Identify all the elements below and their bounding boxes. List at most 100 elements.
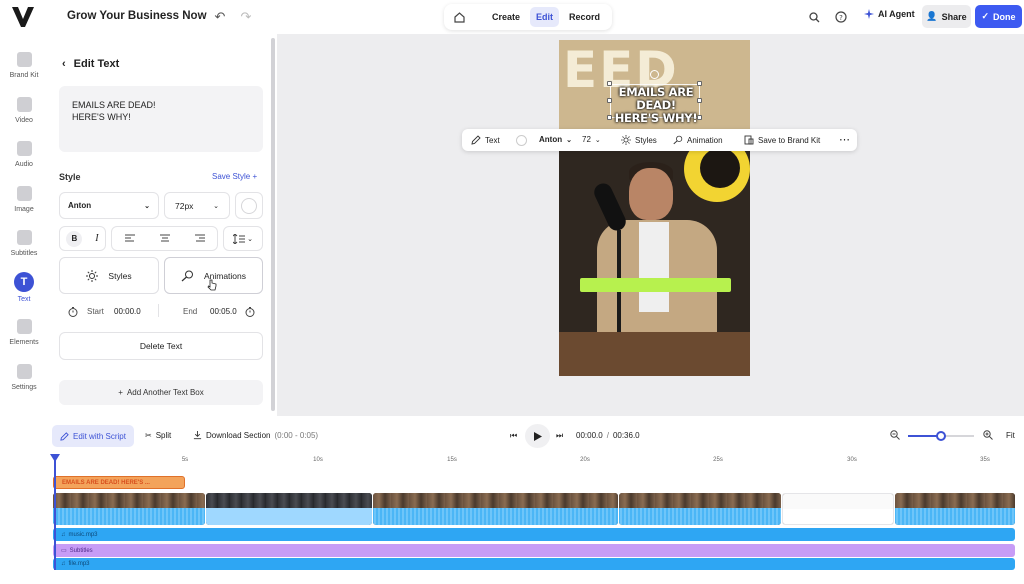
add-text-box-button[interactable]: + Add Another Text Box [59,380,263,405]
home-icon[interactable] [450,8,468,26]
video-clip[interactable] [373,493,618,525]
zoom-out-icon[interactable] [890,430,900,440]
toolbar-size-value: 72 [582,135,591,144]
toolbar-styles-button[interactable]: Styles [621,135,657,145]
split-button[interactable]: ✂ Split [145,431,171,440]
align-right-icon[interactable] [194,234,205,243]
end-time-input[interactable]: 00:05.0 [210,307,237,316]
start-label: Start [87,307,104,316]
clip-waveform [53,508,205,525]
timeline-ruler[interactable]: 5s 10s 15s 20s 25s 30s 35s [52,455,1020,469]
line-spacing-select[interactable]: ⌄ [223,226,263,251]
help-icon[interactable]: ? [833,9,849,25]
rewind-icon[interactable]: ⏮ [510,431,517,441]
text-color-picker[interactable] [235,192,263,219]
toolbar-animation-button[interactable]: Animation [673,135,723,145]
clip-waveform [619,508,781,525]
undo-icon[interactable]: ↶ [212,9,228,25]
video-clip[interactable] [895,493,1015,525]
italic-button[interactable]: I [95,233,98,244]
time-display: 00:00.0 / 00:36.0 [576,431,640,440]
video-clip[interactable] [53,493,205,525]
resize-handle[interactable] [607,98,612,103]
fast-forward-icon[interactable]: ⏭ [556,431,563,441]
rail-item-brand-kit[interactable]: Brand Kit [0,42,48,86]
music-track[interactable]: ♫ music.mp3 [53,528,1015,541]
font-value: Anton [68,201,92,210]
toolbar-color-picker[interactable] [516,135,527,146]
edit-with-script-button[interactable]: Edit with Script [52,425,134,447]
zoom-slider-handle[interactable] [936,431,946,441]
play-button[interactable] [525,424,550,448]
font-size-select[interactable]: 72px ⌄ [164,192,230,219]
rail-item-subtitles[interactable]: Subtitles [0,220,48,264]
video-clip[interactable] [619,493,781,525]
app-logo-icon[interactable] [12,7,34,27]
video-clip[interactable] [782,493,894,525]
rail-item-image[interactable]: Image [0,176,48,220]
person-head [629,168,673,220]
rail-item-elements[interactable]: Elements [0,309,48,353]
chevron-down-icon: ⌄ [144,202,150,210]
chevron-down-icon: ⌄ [247,235,253,243]
timer-icon [68,307,78,317]
rotate-handle[interactable] [650,70,659,79]
align-left-icon[interactable] [124,234,135,243]
start-time-input[interactable]: 00:00.0 [114,307,141,316]
text-content-input[interactable]: EMAILS ARE DEAD! HERE'S WHY! [59,86,263,152]
more-options-icon[interactable]: ⋯ [184,9,200,25]
redo-icon[interactable]: ↷ [238,9,254,25]
playhead-line [54,460,56,570]
share-button[interactable]: 👤 Share [922,5,971,28]
rail-label: Brand Kit [9,72,39,79]
music-note-icon: ♫ [61,561,66,567]
sparkle-icon [864,9,874,19]
resize-handle[interactable] [697,98,702,103]
tab-create[interactable]: Create [486,7,526,27]
panel-title: Edit Text [73,58,120,70]
voiceover-track[interactable]: ♫ file.mp3 [53,558,1015,570]
pencil-icon [471,135,481,145]
delete-text-button[interactable]: Delete Text [59,332,263,360]
video-clip[interactable] [206,493,372,525]
zoom-in-icon[interactable] [983,430,993,440]
panel-scrollbar[interactable] [271,38,275,411]
rail-item-video[interactable]: Video [0,87,48,131]
toolbar-font-select[interactable]: Anton ⌄ [539,135,572,144]
total-time: 00:36.0 [612,431,640,440]
rail-item-settings[interactable]: Settings [0,354,48,398]
subtitles-track[interactable]: ▭ Subtitles [53,544,1015,557]
align-center-icon[interactable] [159,234,170,243]
rail-item-text[interactable]: T Text [0,264,48,308]
ruler-label: 15s [447,457,457,463]
person-shirt [639,222,669,312]
fit-button[interactable]: Fit [1006,431,1015,440]
save-style-link[interactable]: Save Style + [212,172,257,181]
resize-handle[interactable] [697,81,702,86]
text-clip[interactable]: EMAILS ARE DEAD! HERE'S ... [53,476,185,489]
ai-agent-button[interactable]: AI Agent [864,9,915,19]
font-select[interactable]: Anton ⌄ [59,192,159,219]
clip-thumbnails [53,493,205,508]
highlight-bar[interactable] [580,278,731,292]
resize-handle[interactable] [607,115,612,120]
resize-handle[interactable] [607,81,612,86]
bold-button[interactable]: B [66,230,83,247]
download-section-button[interactable]: Download Section (0:00 - 0:05) [193,431,318,440]
more-options-icon[interactable]: ⋯ [839,133,850,146]
split-label: Split [155,431,172,440]
clip-waveform [895,508,1015,525]
back-chevron-icon[interactable]: ‹ [62,58,66,70]
caption-text[interactable]: EMAILS ARE DEAD! HERE'S WHY! [612,86,700,125]
toolbar-text-button[interactable]: Text [471,135,500,145]
done-button[interactable]: ✓ Done [975,5,1022,28]
music-note-icon: ♫ [61,531,66,538]
toolbar-size-select[interactable]: 72 ⌄ [582,135,601,144]
search-icon[interactable] [806,9,822,25]
save-to-brand-kit-button[interactable]: Save to Brand Kit [744,135,820,145]
resize-handle[interactable] [697,115,702,120]
tab-edit[interactable]: Edit [530,7,560,27]
tab-record[interactable]: Record [563,7,606,27]
rail-item-audio[interactable]: Audio [0,131,48,175]
styles-button[interactable]: Styles [59,257,159,294]
